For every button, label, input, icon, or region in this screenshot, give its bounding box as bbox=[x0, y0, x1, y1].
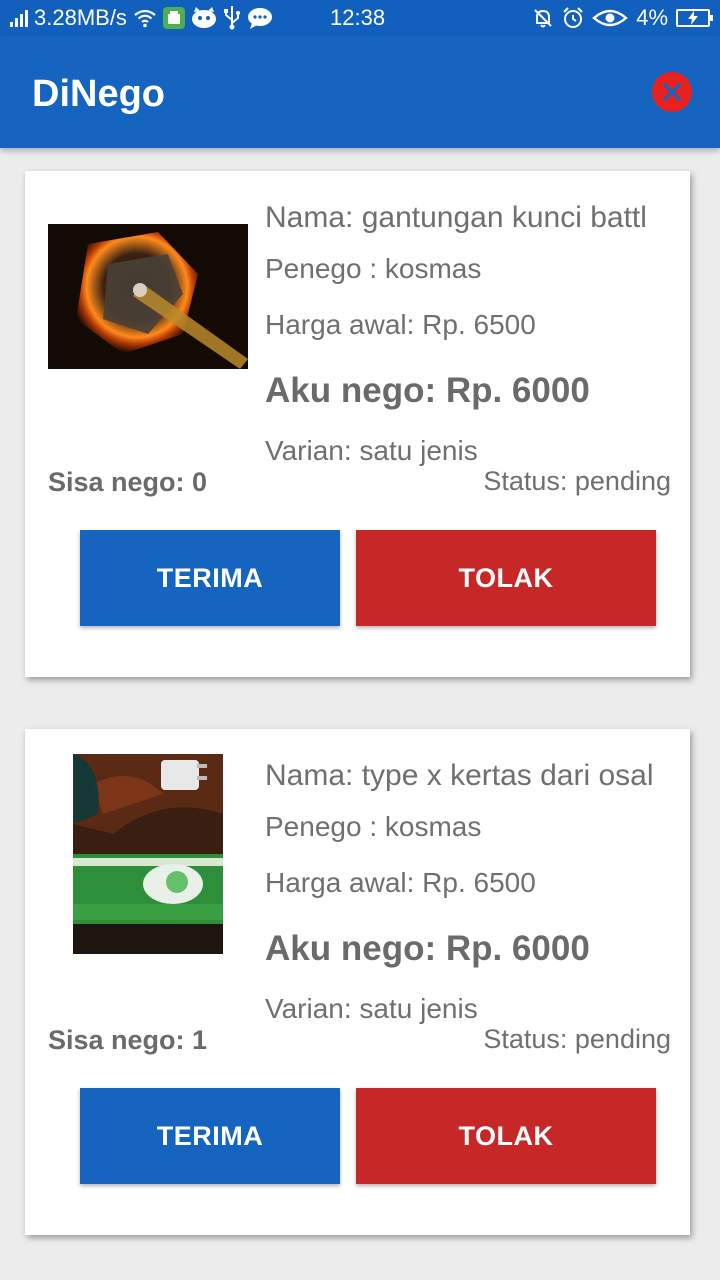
remaining-negotiations: Sisa nego: 0 bbox=[48, 467, 208, 497]
wifi-icon bbox=[133, 8, 157, 28]
offer-price: Aku nego: Rp. 6000 bbox=[265, 929, 590, 968]
negotiator: Penego : kosmas bbox=[265, 811, 482, 842]
android-notification-icon bbox=[162, 7, 185, 29]
initial-price: Harga awal: Rp. 6500 bbox=[265, 309, 536, 340]
mute-bell-icon bbox=[532, 7, 554, 29]
status-text: Status: pending bbox=[483, 466, 671, 496]
usb-icon bbox=[223, 6, 241, 30]
battery-percent: 4% bbox=[636, 5, 668, 30]
offer-price: Aku nego: Rp. 6000 bbox=[265, 371, 590, 410]
product-image bbox=[73, 754, 223, 954]
robot-icon bbox=[191, 7, 217, 29]
negotiator: Penego : kosmas bbox=[265, 253, 482, 284]
reject-button[interactable]: TOLAK bbox=[356, 530, 656, 626]
accept-button[interactable]: TERIMA bbox=[80, 530, 340, 626]
status-bar: 3.28MB/s 12:38 4% bbox=[0, 0, 720, 36]
accept-button[interactable]: TERIMA bbox=[80, 1088, 340, 1184]
eye-icon bbox=[592, 8, 629, 28]
product-name: Nama: type x kertas dari osal bbox=[265, 759, 654, 792]
chat-icon bbox=[247, 7, 273, 29]
signal-icon bbox=[10, 9, 28, 27]
battery-charging-icon bbox=[676, 9, 713, 27]
remaining-negotiations: Sisa nego: 1 bbox=[48, 1025, 208, 1055]
offer-card: Nama: gantungan kunci battl Penego : kos… bbox=[25, 171, 690, 677]
app-title: DiNego bbox=[32, 73, 165, 115]
app-bar: DiNego bbox=[0, 36, 720, 148]
clock: 12:38 bbox=[330, 5, 386, 30]
product-name: Nama: gantungan kunci battl bbox=[265, 201, 647, 234]
alarm-icon bbox=[562, 7, 584, 29]
close-button[interactable] bbox=[652, 72, 692, 112]
status-text: Status: pending bbox=[483, 1024, 671, 1054]
variant: Varian: satu jenis bbox=[265, 435, 478, 466]
reject-button[interactable]: TOLAK bbox=[356, 1088, 656, 1184]
variant: Varian: satu jenis bbox=[265, 993, 478, 1024]
close-circle-icon bbox=[663, 83, 681, 101]
offer-card: Nama: type x kertas dari osal Penego : k… bbox=[25, 729, 690, 1235]
network-speed: 3.28MB/s bbox=[34, 5, 127, 30]
initial-price: Harga awal: Rp. 6500 bbox=[265, 867, 536, 898]
product-image bbox=[48, 224, 248, 369]
